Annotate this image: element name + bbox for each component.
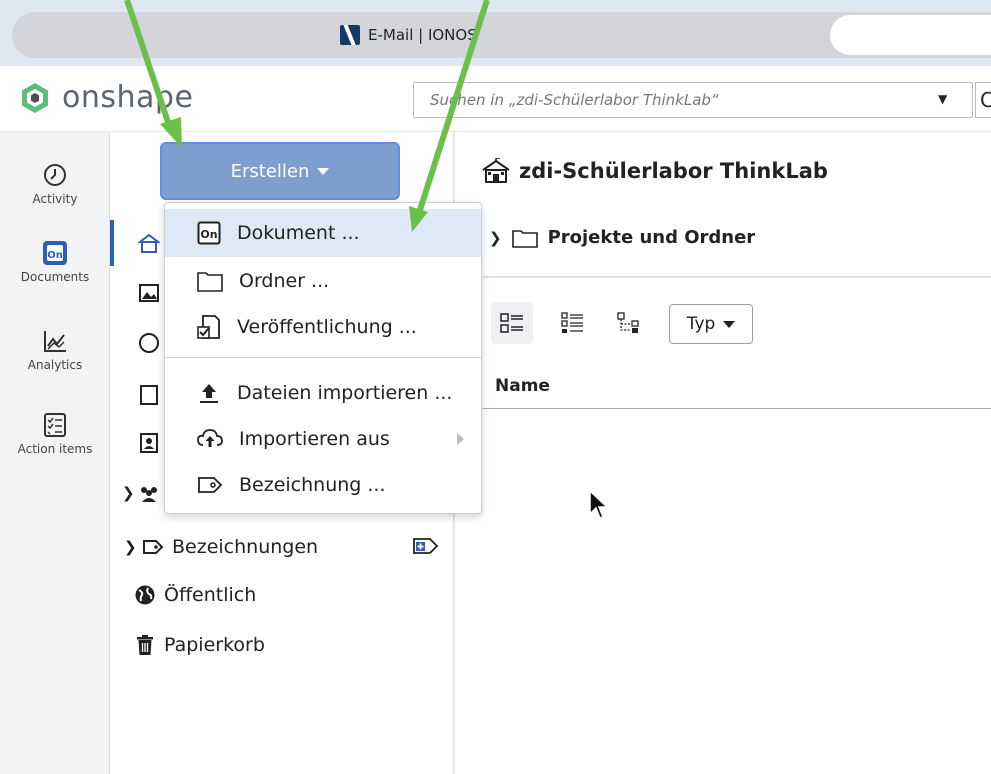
school-icon — [138, 233, 160, 253]
nav-item-labels[interactable]: ❯ Bezeichnungen — [124, 532, 318, 562]
submenu-arrow-icon — [457, 433, 464, 445]
logo-wordmark: onshape — [62, 80, 194, 115]
column-header-name[interactable]: Name — [495, 376, 550, 396]
menu-item-import-files-label: Dateien importieren ... — [237, 382, 453, 404]
onshape-document-icon: On — [197, 221, 221, 245]
team-icon — [141, 487, 157, 502]
chevron-down-icon — [317, 167, 330, 175]
menu-item-label-label: Bezeichnung ... — [239, 474, 386, 496]
globe-icon — [135, 585, 155, 605]
rail-item-activity[interactable]: Activity — [0, 162, 110, 206]
chart-icon — [44, 331, 66, 352]
onshape-document-icon: On — [43, 241, 67, 265]
svg-text:On: On — [47, 250, 63, 261]
contact-icon — [140, 433, 158, 453]
menu-item-document[interactable]: On Dokument ... — [165, 209, 481, 257]
menu-item-publication[interactable]: Veröffentlichung ... — [165, 303, 481, 351]
tab-title-text: E-Mail | IONOS — [368, 26, 477, 44]
projects-folders-row[interactable]: ❯ Projekte und Ordner — [489, 227, 755, 248]
tree-view-icon — [617, 312, 639, 333]
create-button-label: Erstellen — [230, 160, 310, 182]
rail-label-documents: Documents — [20, 270, 90, 284]
cloud-upload-icon — [197, 429, 223, 447]
publication-icon — [197, 315, 220, 339]
trash-icon — [137, 635, 153, 655]
page-title: zdi-Schülerlabor ThinkLab — [481, 158, 828, 184]
tag-icon — [143, 540, 164, 554]
menu-item-document-label: Dokument ... — [237, 222, 360, 244]
nav-item-trash-text: Papierkorb — [164, 634, 265, 656]
chevron-right-icon[interactable]: ❯ — [122, 484, 135, 502]
list-view-button[interactable] — [491, 302, 533, 344]
table-header-divider — [483, 408, 991, 409]
page-title-text: zdi-Schülerlabor ThinkLab — [519, 159, 828, 183]
list-view-icon — [500, 313, 523, 333]
rail-label-analytics: Analytics — [27, 358, 83, 372]
rail-item-action-items[interactable]: Action items — [0, 412, 110, 456]
clock-icon — [139, 333, 159, 353]
rail-label-action-items: Action items — [17, 442, 93, 456]
ionos-favicon-icon — [340, 25, 360, 45]
screenshot-root: { "browser": { "tab_title": "E-Mail | IO… — [0, 0, 991, 774]
rail-item-documents[interactable]: On Documents — [0, 240, 110, 284]
nav-item-labels-text: Bezeichnungen — [172, 536, 319, 558]
tag-icon — [198, 477, 223, 493]
clock-icon — [44, 164, 66, 186]
search-input[interactable]: Suchen in „zdi-Schülerlabor ThinkLab“ — [413, 82, 973, 118]
create-menu: On Dokument ... Ordner ... Veröffentlich… — [164, 202, 482, 514]
app-rail: Activity On Documents Analytics Action i… — [0, 132, 110, 774]
mouse-cursor-icon — [589, 490, 608, 519]
browser-tab-bar: E-Mail | IONOS — [0, 0, 991, 66]
image-icon — [139, 284, 159, 302]
menu-item-label[interactable]: Bezeichnung ... — [165, 461, 481, 509]
menu-item-folder-label: Ordner ... — [239, 270, 330, 292]
menu-item-import-from[interactable]: Importieren aus — [165, 415, 481, 463]
onshape-logo[interactable]: onshape — [18, 80, 193, 115]
folder-icon — [197, 272, 223, 292]
search-scope-dropdown-icon[interactable]: ▼ — [938, 92, 947, 106]
chevron-down-icon — [723, 320, 736, 328]
nav-item-trash[interactable]: Papierkorb — [134, 630, 265, 660]
nav-item-public-text: Öffentlich — [164, 584, 257, 606]
type-filter-label: Typ — [686, 314, 716, 334]
add-label-icon[interactable] — [410, 536, 440, 556]
address-bar[interactable] — [830, 15, 991, 55]
svg-text:On: On — [200, 228, 217, 241]
folder-icon — [511, 229, 538, 248]
school-icon — [482, 158, 510, 183]
projects-folders-label: Projekte und Ordner — [547, 227, 756, 248]
browser-tab-title[interactable]: E-Mail | IONOS — [340, 24, 477, 46]
nav-active-indicator — [110, 220, 114, 266]
menu-item-folder[interactable]: Ordner ... — [165, 257, 481, 305]
chevron-right-icon[interactable]: ❯ — [124, 538, 137, 556]
chevron-right-icon[interactable]: ❯ — [489, 229, 502, 247]
onshape-logo-icon — [22, 82, 48, 113]
document-icon — [140, 385, 158, 405]
tree-view-button[interactable] — [607, 302, 649, 344]
menu-item-publication-label: Veröffentlichung ... — [237, 316, 417, 338]
checklist-icon — [44, 413, 66, 437]
search-placeholder: Suchen in „zdi-Schülerlabor ThinkLab“ — [430, 91, 719, 109]
menu-item-import-files[interactable]: Dateien importieren ... — [165, 369, 481, 417]
rail-label-activity: Activity — [32, 192, 78, 206]
rail-item-analytics[interactable]: Analytics — [0, 328, 110, 372]
divider — [483, 276, 991, 278]
main-content: zdi-Schülerlabor ThinkLab ❯ Projekte und… — [455, 132, 991, 774]
detail-view-button[interactable] — [551, 302, 593, 344]
app-header: onshape Suchen in „zdi-Schülerlabor Thin… — [0, 66, 991, 132]
type-filter-dropdown[interactable]: Typ — [669, 304, 753, 344]
menu-item-import-from-label: Importieren aus — [239, 428, 390, 450]
nav-item-public[interactable]: Öffentlich — [134, 580, 256, 610]
upload-icon — [200, 384, 218, 403]
create-button[interactable]: Erstellen — [160, 142, 400, 200]
menu-separator — [165, 357, 481, 358]
search-icon[interactable]: C — [975, 82, 991, 118]
detail-list-icon — [561, 312, 583, 333]
